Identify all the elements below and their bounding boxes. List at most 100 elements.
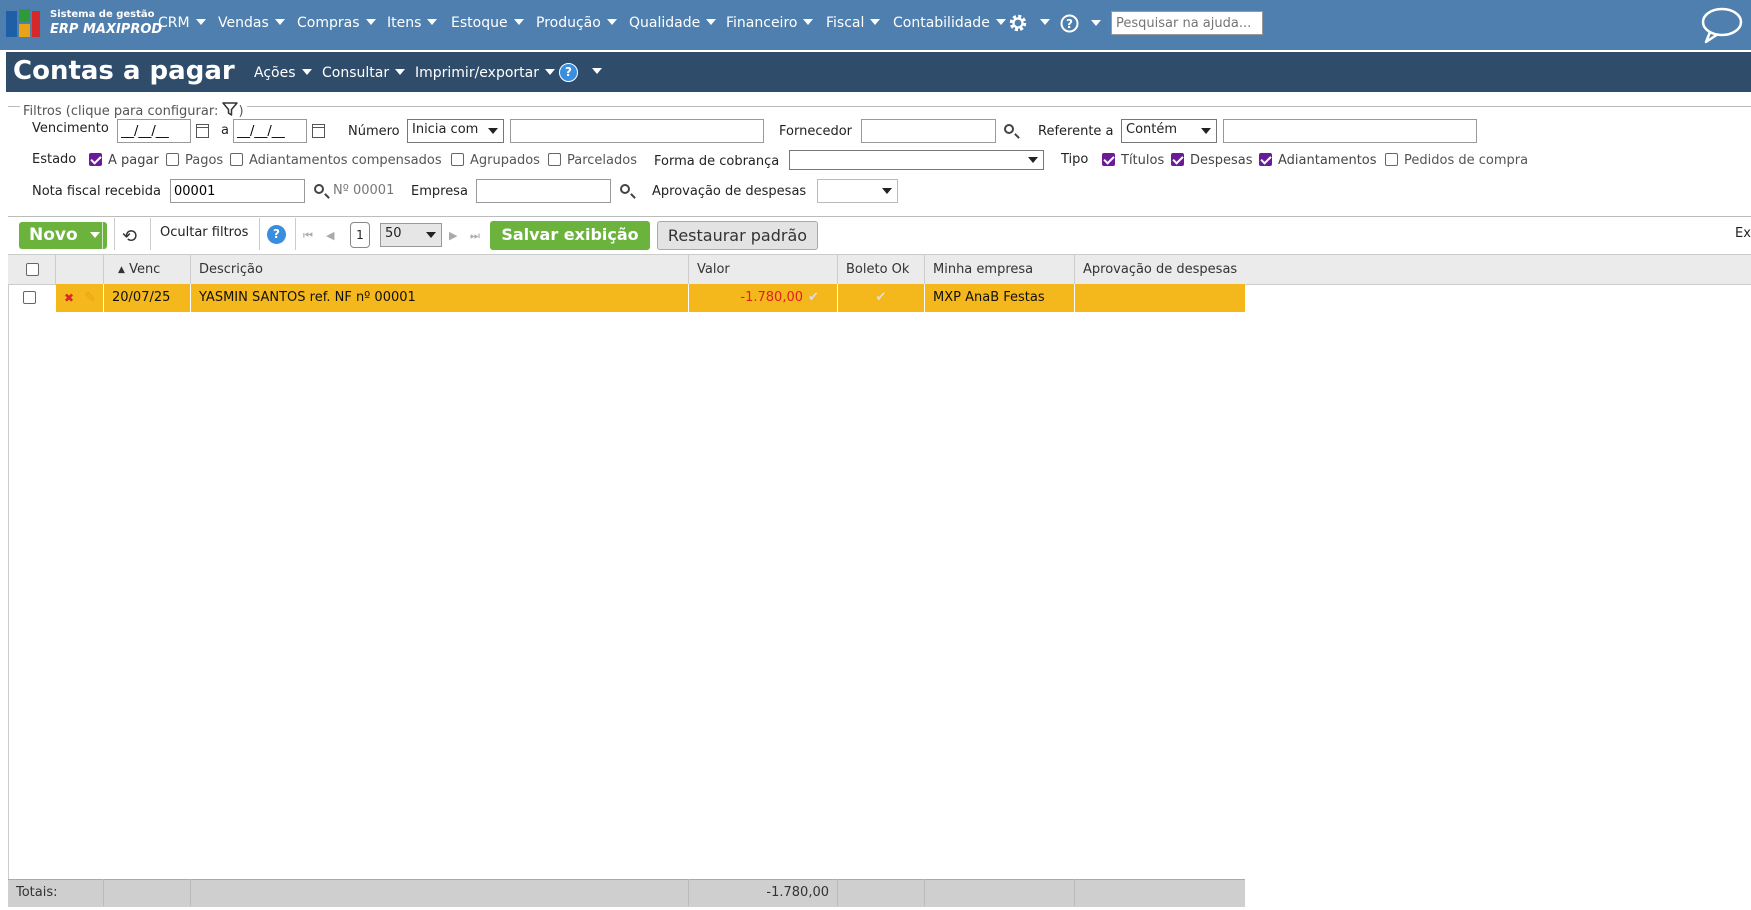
col-venc[interactable]: ▲ Venc xyxy=(104,255,191,284)
col-boleto-ok[interactable]: Boleto Ok xyxy=(838,255,925,284)
totals-cell xyxy=(191,879,689,906)
forma-cobranca-select[interactable] xyxy=(789,150,1044,170)
page-size-select[interactable]: 50 xyxy=(380,223,442,247)
tipo-adiantamentos-checkbox[interactable] xyxy=(1259,153,1272,166)
tipo-despesas-label: Despesas xyxy=(1190,153,1253,168)
nav-vendas[interactable]: Vendas xyxy=(218,15,285,31)
tipo-despesas-checkbox[interactable] xyxy=(1171,153,1184,166)
search-icon[interactable] xyxy=(314,184,324,194)
nav-producao[interactable]: Produção xyxy=(536,15,617,31)
nav-label: Estoque xyxy=(451,15,508,31)
page-header: Contas a pagar Ações Consultar Imprimir/… xyxy=(6,52,1751,92)
vencimento-from-input[interactable] xyxy=(117,119,191,143)
estado-adiantamentos-compensados-checkbox[interactable] xyxy=(230,153,243,166)
numero-mode-select[interactable]: Inicia com xyxy=(407,119,504,143)
nav-label: Itens xyxy=(387,15,422,31)
col-minha-empresa[interactable]: Minha empresa xyxy=(925,255,1075,284)
help-menu[interactable]: ? xyxy=(1060,14,1101,33)
logo-line2: ERP MAXIPROD xyxy=(50,22,163,37)
page-help-menu[interactable]: ? xyxy=(559,63,602,82)
delete-icon[interactable]: ✖ xyxy=(64,291,74,305)
nav-crm[interactable]: CRM xyxy=(158,15,206,31)
estado-pagos-checkbox[interactable] xyxy=(166,153,179,166)
numero-input[interactable] xyxy=(510,119,764,143)
nav-label: Financeiro xyxy=(726,15,798,31)
empresa-input[interactable] xyxy=(476,179,611,203)
tipo-pedidos-compra-checkbox[interactable] xyxy=(1385,153,1398,166)
tipo-titulos-label: Títulos xyxy=(1121,153,1165,168)
col-descricao[interactable]: Descrição xyxy=(191,255,689,284)
export-button[interactable]: Ex xyxy=(1735,226,1751,241)
new-button-divider xyxy=(102,222,103,249)
vencimento-to-input[interactable] xyxy=(233,119,307,143)
last-page-icon[interactable]: ⏭ xyxy=(470,229,480,243)
new-dropdown-caret-icon[interactable] xyxy=(90,232,100,238)
new-button[interactable]: Novo xyxy=(19,222,107,249)
estado-parcelados-label: Parcelados xyxy=(567,153,637,168)
actions-column-header xyxy=(56,255,104,284)
nav-label: CRM xyxy=(158,15,190,31)
settings-menu[interactable] xyxy=(1008,13,1050,33)
estado-agrupados-checkbox[interactable] xyxy=(451,153,464,166)
caret-down-icon xyxy=(427,19,438,25)
nav-itens[interactable]: Itens xyxy=(387,15,438,31)
hide-filters-button[interactable]: Ocultar filtros xyxy=(160,225,248,240)
nota-fiscal-input[interactable] xyxy=(170,179,305,203)
filters-legend-end: ) xyxy=(238,104,244,119)
row-empresa: MXP AnaB Festas xyxy=(925,284,1075,312)
vencimento-label: Vencimento xyxy=(32,121,109,136)
totals-valor: -1.780,00 xyxy=(689,879,838,906)
referente-mode-value: Contém xyxy=(1126,122,1178,137)
filter-funnel-icon[interactable] xyxy=(222,101,239,117)
totals-cell xyxy=(1075,879,1245,906)
row-actions-cell: ✖ ✎ xyxy=(56,284,104,312)
search-icon[interactable] xyxy=(620,184,630,194)
menu-imprimir-exportar[interactable]: Imprimir/exportar xyxy=(415,65,555,81)
page-number-input[interactable]: 1 xyxy=(350,222,370,248)
tipo-titulos-checkbox[interactable] xyxy=(1102,153,1115,166)
help-icon[interactable]: ? xyxy=(267,225,286,244)
caret-down-icon xyxy=(195,19,206,25)
aprovacao-select[interactable] xyxy=(817,179,898,203)
row-boleto-ok: ✔ xyxy=(838,284,925,312)
caret-down-icon xyxy=(365,19,376,25)
referente-mode-select[interactable]: Contém xyxy=(1121,119,1217,143)
chat-icon[interactable] xyxy=(1700,5,1744,49)
search-icon[interactable] xyxy=(1004,124,1014,134)
restore-default-button[interactable]: Restaurar padrão xyxy=(657,221,818,250)
filters-legend[interactable]: Filtros (clique para configurar: ) xyxy=(20,101,247,119)
referente-input[interactable] xyxy=(1223,119,1477,143)
nav-contabilidade[interactable]: Contabilidade xyxy=(893,15,1006,31)
first-page-icon[interactable]: ⏮ xyxy=(303,229,313,243)
caret-down-icon xyxy=(592,68,602,74)
fornecedor-input[interactable] xyxy=(861,119,996,143)
save-view-button[interactable]: Salvar exibição xyxy=(490,221,650,250)
help-search-input[interactable] xyxy=(1111,11,1263,35)
row-select-checkbox[interactable] xyxy=(23,291,36,304)
calendar-icon[interactable] xyxy=(196,124,209,138)
numero-label: Número xyxy=(348,124,400,139)
app-logo[interactable]: Sistema de gestão ERP MAXIPROD xyxy=(6,7,162,43)
refresh-icon[interactable]: ⟲ xyxy=(122,226,137,247)
estado-parcelados-checkbox[interactable] xyxy=(548,153,561,166)
calendar-icon[interactable] xyxy=(312,124,325,138)
nav-qualidade[interactable]: Qualidade xyxy=(629,15,717,31)
nav-estoque[interactable]: Estoque xyxy=(451,15,524,31)
col-aprovacao-despesas[interactable]: Aprovação de despesas xyxy=(1075,255,1245,284)
estado-a-pagar-checkbox[interactable] xyxy=(89,153,102,166)
caret-down-icon xyxy=(301,69,312,75)
menu-consultar[interactable]: Consultar xyxy=(322,65,406,81)
col-valor[interactable]: Valor xyxy=(689,255,838,284)
next-page-icon[interactable]: ▶ xyxy=(449,229,457,242)
logo-line1: Sistema de gestão xyxy=(50,9,155,20)
nav-compras[interactable]: Compras xyxy=(297,15,376,31)
menu-acoes[interactable]: Ações xyxy=(254,65,312,81)
prev-page-icon[interactable]: ◀ xyxy=(326,229,334,242)
menu-label: Consultar xyxy=(322,65,390,81)
edit-pencil-icon[interactable]: ✎ xyxy=(84,290,96,306)
checkmark-icon: ✔ xyxy=(808,290,819,305)
nav-fiscal[interactable]: Fiscal xyxy=(826,15,881,31)
nav-financeiro[interactable]: Financeiro xyxy=(726,15,814,31)
nav-label: Compras xyxy=(297,15,360,31)
select-all-checkbox[interactable] xyxy=(26,263,39,276)
